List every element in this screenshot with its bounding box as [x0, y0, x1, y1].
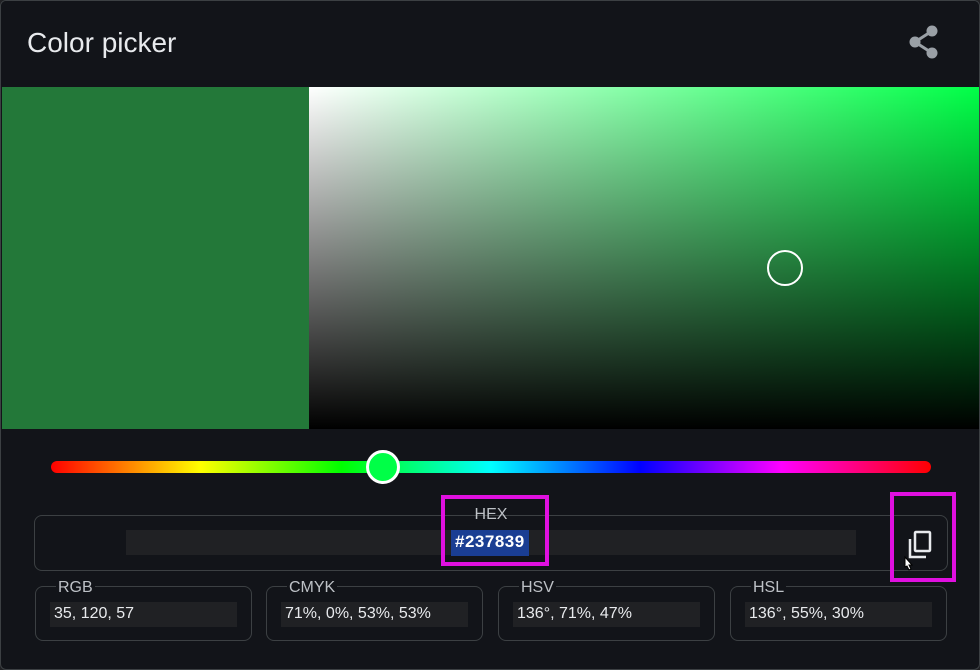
hsl-label: HSL	[751, 579, 787, 597]
rgb-input[interactable]: 35, 120, 57	[50, 602, 237, 627]
cmyk-label: CMYK	[287, 579, 338, 597]
card-title: Color picker	[27, 27, 177, 58]
saturation-value-area[interactable]	[309, 87, 979, 429]
saturation-value-handle[interactable]	[766, 250, 803, 287]
hsv-field: HSV 136°, 71%, 47%	[498, 579, 715, 641]
hue-slider[interactable]	[51, 450, 931, 484]
copy-highlight-box	[890, 492, 956, 582]
hue-slider-handle[interactable]	[366, 450, 401, 484]
card-header: Color picker	[1, 1, 979, 86]
hsl-input[interactable]: 136°, 55%, 30%	[745, 602, 932, 627]
color-preview-swatch	[2, 87, 309, 429]
rgb-field: RGB 35, 120, 57	[35, 579, 252, 641]
cmyk-field: CMYK 71%, 0%, 53%, 53%	[266, 579, 483, 641]
hsv-label: HSV	[519, 579, 556, 597]
hex-highlight-box	[441, 495, 549, 566]
cmyk-input[interactable]: 71%, 0%, 53%, 53%	[281, 602, 468, 627]
hsv-input[interactable]: 136°, 71%, 47%	[513, 602, 700, 627]
rgb-label: RGB	[56, 579, 95, 597]
hsl-field: HSL 136°, 55%, 30%	[730, 579, 947, 641]
color-picker-card: Color picker HEX #237839 RGB 35, 120, 57…	[0, 0, 980, 670]
share-icon[interactable]	[905, 23, 943, 61]
